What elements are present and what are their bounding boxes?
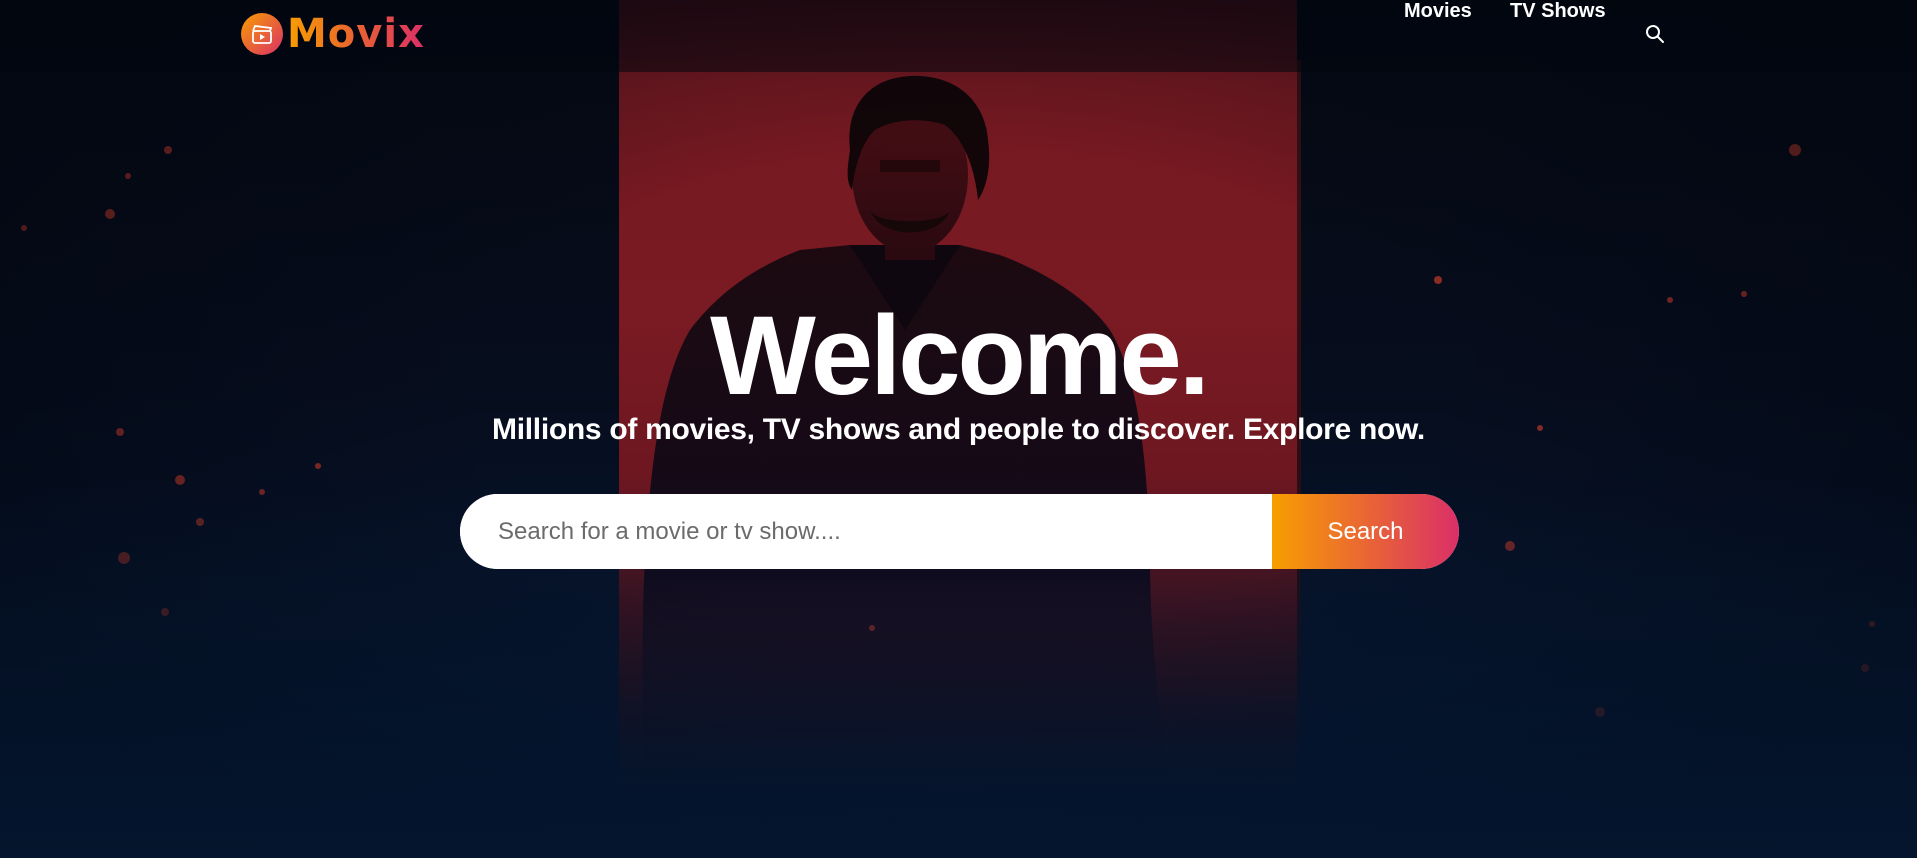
hero-content: Welcome. Millions of movies, TV shows an… — [0, 0, 1917, 858]
hero-subtitle: Millions of movies, TV shows and people … — [492, 413, 1425, 446]
logo[interactable]: Movix — [241, 12, 425, 56]
top-header: Movix Movies TV Shows — [0, 0, 1917, 72]
search-input[interactable] — [460, 494, 1272, 569]
hero-title: Welcome. — [710, 293, 1210, 418]
nav-movies[interactable]: Movies — [1404, 0, 1472, 23]
hero-search-bar: Search — [460, 494, 1459, 569]
search-icon[interactable] — [1645, 24, 1665, 44]
nav-tv-shows[interactable]: TV Shows — [1510, 0, 1606, 23]
hero-banner: Movix Movies TV Shows Welcome. Millions … — [0, 0, 1917, 858]
logo-text: Movix — [287, 11, 425, 57]
clapperboard-icon — [241, 13, 283, 55]
search-button[interactable]: Search — [1272, 494, 1459, 569]
